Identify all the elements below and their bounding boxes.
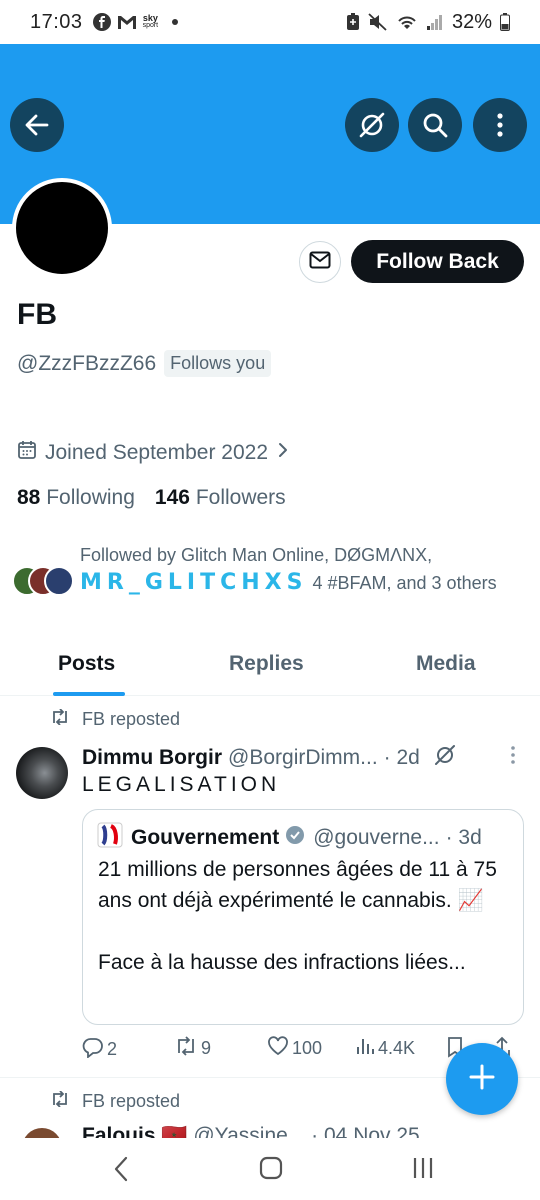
tweet-text: LEGALISATION [82,773,281,796]
reply-icon [82,1036,104,1063]
followed-by-suffix: 4 #BFAM, and 3 others [312,573,497,593]
reply-count: 2 [107,1039,118,1059]
grok-button[interactable] [345,98,399,152]
tab-replies[interactable]: Replies [229,652,304,676]
quote-line-1: 21 millions de personnes âgées de 11 à 7… [98,858,497,912]
gmail-icon [117,14,137,30]
chevron-right-icon [276,441,290,465]
follows-you-badge: Follows you [164,350,272,377]
facebook-icon [92,13,111,31]
tweet-author-avatar[interactable] [16,747,68,799]
tweet-time: · 2d [383,746,420,769]
repost-count: 9 [201,1038,212,1058]
tab-posts[interactable]: Posts [58,652,115,676]
battery-percent: 32% [451,10,492,33]
notification-dot-icon [172,19,179,25]
compose-plus-icon [468,1063,496,1096]
wifi-icon [396,13,418,31]
like-button[interactable]: 100 [267,1036,322,1061]
tweet-header: Dimmu Borgir @BorgirDimm... · 2d [82,744,522,772]
compose-button[interactable] [446,1043,518,1115]
active-tab-indicator [53,692,125,696]
repost-indicator-2: FB reposted [50,1090,181,1112]
profile-avatar[interactable] [12,178,112,278]
profile-handle: @ZzzFBzzZ66 [17,351,157,375]
like-icon [267,1036,289,1061]
back-icon [23,111,51,139]
more-vertical-icon [496,112,504,138]
following-link[interactable]: 88 Following [17,486,135,510]
calendar-icon [17,440,37,466]
sky-sport-icon: sky sport [143,14,159,30]
followed-by-section[interactable]: Followed by Glitch Man Online, DØGMΛNX, … [12,542,520,606]
repost-icon [50,1090,70,1112]
battery-saver-icon [346,13,360,31]
verified-icon [285,825,305,851]
repost-label-2: FB reposted [82,1091,181,1111]
nav-recents-icon[interactable] [412,1156,434,1185]
repost-indicator: FB reposted [50,708,181,730]
profile-tabs: Posts Replies Media [0,642,540,696]
joined-text: Joined September 2022 [45,441,268,464]
quote-line-2: Face à la hausse des infractions liées..… [98,951,466,974]
message-button[interactable] [299,241,341,283]
sky-sub-label: sport [142,22,159,29]
handle-row: @ZzzFBzzZ66 Follows you [17,350,272,377]
status-time: 17:03 [30,10,83,33]
repost-label: FB reposted [82,709,181,729]
repost-icon [50,708,70,730]
following-label: Following [46,486,135,509]
tweet-handle[interactable]: @BorgirDimm... [228,746,378,770]
nav-home-icon[interactable] [259,1156,283,1185]
follower-avatar-3 [44,566,74,596]
search-icon [421,111,449,139]
tweet-display-name[interactable]: Dimmu Borgir [82,746,222,770]
quote-header: Gouvernement @gouverne... · 3d [97,822,511,854]
followers-link[interactable]: 146 Followers [155,486,286,510]
more-vertical-icon[interactable] [510,745,516,771]
repost-button[interactable]: 9 [174,1036,211,1061]
quote-handle: @gouverne... [313,826,440,849]
quote-display-name: Gouvernement [131,826,280,849]
mute-icon [368,13,388,31]
mail-icon [309,251,331,274]
views-icon [355,1036,375,1061]
grok-icon [357,110,387,140]
views-count: 4.4K [378,1038,416,1058]
sky-label: sky [142,13,158,23]
back-button[interactable] [10,98,64,152]
quote-time: · 3d [445,826,482,849]
battery-icon [500,13,510,31]
signal-icon [426,13,444,31]
quote-text: 21 millions de personnes âgées de 11 à 7… [98,854,513,978]
system-nav-bar [0,1138,540,1200]
following-count: 88 [17,486,41,509]
status-bar: 17:03 sky sport 32% [0,0,540,44]
reply-button[interactable]: 2 [82,1036,117,1063]
followers-label: Followers [195,486,286,509]
repost-icon [174,1036,198,1061]
nav-back-icon[interactable] [113,1156,129,1187]
follow-back-button[interactable]: Follow Back [351,240,524,283]
profile-name: FB [17,298,57,331]
followed-by-avatars [12,566,78,606]
more-options-button[interactable] [473,98,527,152]
followers-count: 146 [154,486,190,509]
like-count: 100 [292,1038,323,1058]
quote-avatar [97,822,123,854]
views-button[interactable]: 4.4K [355,1036,415,1061]
grok-icon[interactable] [434,744,456,772]
followed-by-prefix: Followed by Glitch Man Online, DØGMΛNX, [80,545,433,565]
follow-counts: 88 Following 146 Followers [17,486,286,510]
tab-media[interactable]: Media [416,652,476,676]
quoted-tweet[interactable]: Gouvernement @gouverne... · 3d 21 millio… [82,809,524,1025]
followed-by-text: Followed by Glitch Man Online, DØGMΛNX, … [80,542,520,606]
search-button[interactable] [408,98,462,152]
joined-date-row[interactable]: Joined September 2022 [17,440,290,466]
followed-by-highlight: MR_GLITCHXS [80,570,308,595]
